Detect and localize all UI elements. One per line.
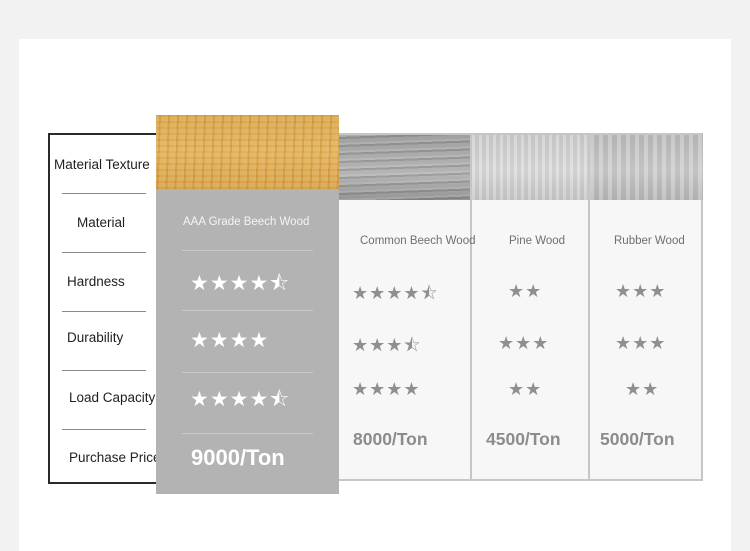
- durability-rating: ★★★⯪: [352, 335, 422, 356]
- column-aaa-beech-wood: AAA Grade Beech Wood ★★★★⯪ ★★★★ ★★★★⯪ 90…: [156, 189, 339, 494]
- purchase-price: 8000/Ton: [353, 429, 428, 449]
- cell-separator: [182, 372, 313, 373]
- load-capacity-rating: ★★★★: [352, 379, 421, 400]
- purchase-price: 9000/Ton: [191, 445, 285, 470]
- cell-separator: [182, 310, 313, 311]
- material-name: AAA Grade Beech Wood: [183, 216, 310, 228]
- row-separator: [62, 429, 146, 430]
- label-durability: Durability: [67, 330, 124, 345]
- hardness-rating: ★★★★⯪: [352, 283, 439, 304]
- label-material: Material: [77, 215, 126, 230]
- material-name: Rubber Wood: [614, 235, 685, 247]
- row-separator: [62, 311, 146, 312]
- texture-aaa-beech-wood: [156, 115, 339, 189]
- texture-common-beech-wood: [339, 135, 470, 200]
- load-capacity-rating: ★★: [508, 379, 543, 400]
- material-name: Common Beech Wood: [360, 235, 476, 247]
- load-capacity-rating: ★★★★⯪: [190, 387, 291, 411]
- cell-separator: [182, 433, 313, 434]
- label-material-texture: Material Texture: [54, 157, 150, 172]
- label-hardness: Hardness: [67, 274, 125, 289]
- durability-rating: ★★★★: [190, 328, 270, 352]
- durability-rating: ★★★: [615, 333, 667, 354]
- purchase-price: 4500/Ton: [486, 429, 561, 449]
- texture-rubber-wood: [590, 135, 703, 200]
- label-purchase-price: Purchase Price: [69, 450, 161, 465]
- hardness-rating: ★★★★⯪: [190, 271, 291, 295]
- row-separator: [62, 193, 146, 194]
- texture-pine-wood: [472, 135, 588, 200]
- hardness-rating: ★★: [508, 281, 543, 302]
- cell-separator: [182, 250, 313, 251]
- purchase-price: 5000/Ton: [600, 429, 675, 449]
- row-separator: [62, 252, 146, 253]
- row-labels-column: Material Texture Material Hardness Durab…: [48, 133, 161, 484]
- row-separator: [62, 370, 146, 371]
- label-load-capacity: Load Capacity: [69, 390, 156, 405]
- hardness-rating: ★★★: [615, 281, 667, 302]
- material-name: Pine Wood: [509, 235, 566, 247]
- durability-rating: ★★★: [498, 333, 550, 354]
- load-capacity-rating: ★★: [625, 379, 660, 400]
